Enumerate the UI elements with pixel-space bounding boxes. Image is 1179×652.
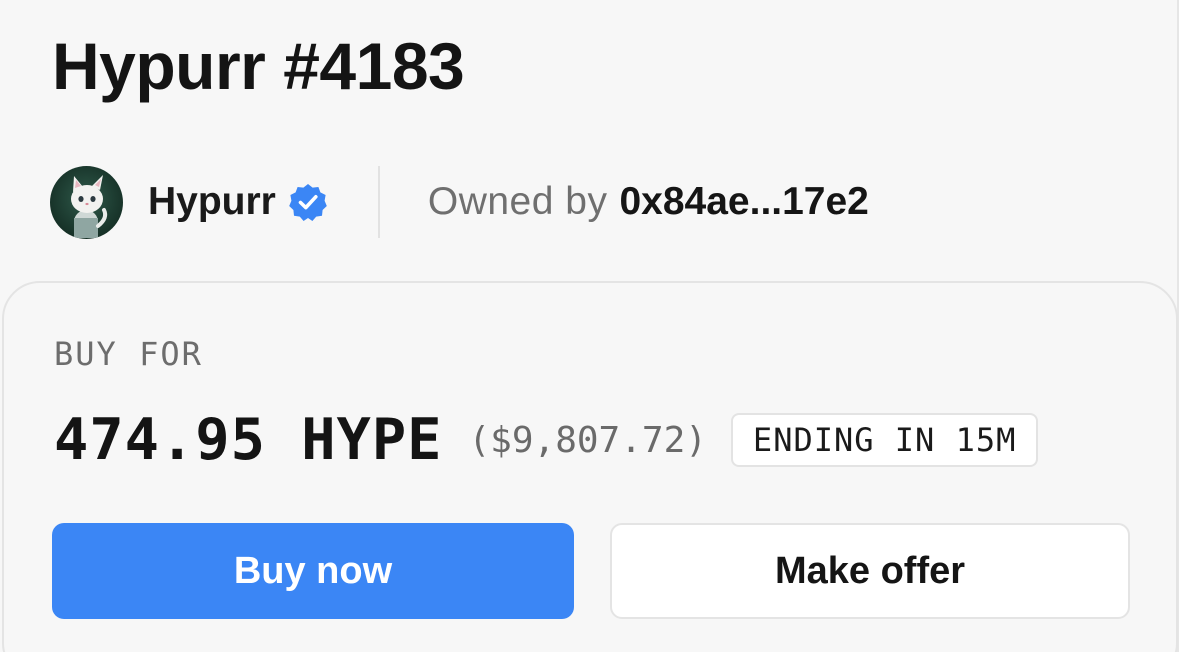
page-title: Hypurr #4183 bbox=[52, 29, 465, 103]
buy-panel: BUY FOR 474.95 HYPE ($9,807.72) ENDING I… bbox=[2, 281, 1178, 652]
make-offer-button[interactable]: Make offer bbox=[610, 523, 1130, 619]
collection-name[interactable]: Hypurr bbox=[148, 180, 276, 224]
cat-avatar-icon bbox=[71, 174, 108, 238]
collection-avatar[interactable] bbox=[50, 165, 123, 239]
buy-for-label: BUY FOR bbox=[54, 335, 203, 373]
ending-badge: ENDING IN 15M bbox=[730, 413, 1039, 467]
owner-address-link[interactable]: 0x84ae...17e2 bbox=[619, 180, 868, 224]
owner-info: Owned by 0x84ae...17e2 bbox=[428, 180, 869, 224]
price-row: 474.95 HYPE ($9,807.72) ENDING IN 15M bbox=[54, 401, 1039, 479]
owner-label: Owned by bbox=[427, 180, 608, 223]
buy-now-button[interactable]: Buy now bbox=[52, 523, 574, 619]
price-value: 474.95 HYPE bbox=[54, 407, 443, 473]
meta-row: Hypurr Owned by 0x84ae...17e2 bbox=[50, 165, 869, 239]
nft-detail-page: Hypurr #4183 Hypurr Owned by 0x84ae...17… bbox=[0, 0, 1179, 652]
verified-badge-icon bbox=[288, 182, 328, 222]
meta-divider bbox=[377, 166, 380, 238]
usd-price: ($9,807.72) bbox=[468, 419, 707, 461]
